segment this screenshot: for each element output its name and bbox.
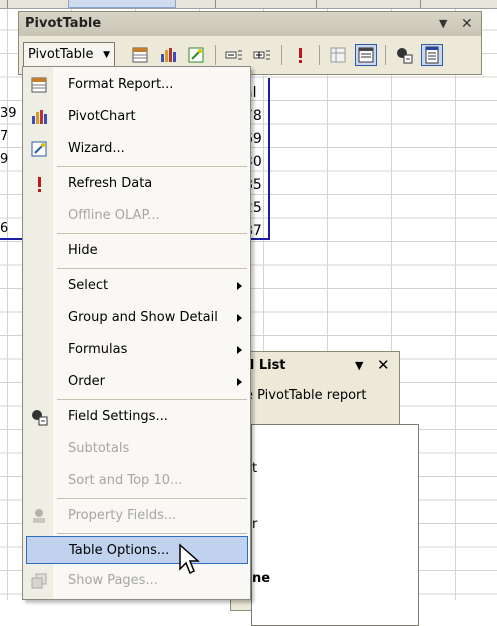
refresh-data-icon [30, 175, 48, 193]
menu-separator [57, 498, 247, 499]
menu-item-label: Select [68, 278, 109, 293]
menu-item-offline-olap: Offline OLAP... [23, 202, 250, 230]
chevron-down-icon: ▼ [103, 50, 110, 60]
column-divider [420, 0, 421, 8]
field-list-box[interactable]: t r ne [251, 424, 419, 626]
pivotchart-icon [30, 108, 48, 126]
submenu-arrow-icon [237, 314, 242, 322]
toolbar-separator [385, 45, 386, 65]
toolbar-separator [281, 45, 282, 65]
menu-item-pivotchart[interactable]: PivotChart [23, 103, 250, 131]
menu-item-hide[interactable]: Hide [23, 237, 250, 265]
menu-item-group-and-show-detail[interactable]: Group and Show Detail [23, 304, 250, 332]
pivottable-menu-label: PivotTable [28, 47, 94, 62]
menu-item-field-settings[interactable]: Field Settings... [23, 403, 250, 431]
menu-separator [57, 233, 247, 234]
menu-item-property-fields: Property Fields... [23, 502, 250, 530]
close-icon[interactable]: ✕ [461, 12, 473, 36]
row-stub: 39 [0, 106, 17, 121]
menu-separator [57, 533, 247, 534]
chevron-down-icon[interactable]: ▼ [355, 359, 363, 372]
menu-item-label: Formulas [68, 342, 128, 357]
menu-item-select[interactable]: Select [23, 272, 250, 300]
menu-item-label: Hide [68, 243, 98, 258]
menu-item-label: Offline OLAP... [68, 208, 160, 223]
show-pages-icon [30, 572, 48, 590]
always-display-items-icon[interactable] [355, 44, 377, 66]
menu-item-show-pages: Show Pages... [23, 567, 250, 595]
column-divider [316, 0, 317, 8]
wizard-icon [30, 140, 48, 158]
toolbar-title-bar[interactable]: PivotTable ▼ ✕ [19, 12, 481, 36]
menu-item-label: Show Pages... [68, 573, 158, 588]
hide-field-list-icon[interactable] [421, 44, 443, 66]
menu-item-formulas[interactable]: Formulas [23, 336, 250, 364]
selected-column-header[interactable] [68, 0, 176, 8]
menu-item-refresh-data[interactable]: Refresh Data [23, 170, 250, 198]
hide-detail-icon[interactable] [223, 44, 245, 66]
menu-item-label: Wizard... [68, 141, 125, 156]
pivottable-menu[interactable]: Format Report... PivotChart Wizard... Re… [22, 66, 251, 600]
field-item[interactable]: r [252, 517, 257, 532]
menu-item-label: Subtotals [68, 441, 130, 456]
menu-separator [57, 166, 247, 167]
toolbar-title: PivotTable [25, 16, 102, 31]
menu-item-label: PivotChart [68, 109, 136, 124]
field-list-title: d List [245, 358, 286, 373]
format-report-icon [30, 76, 48, 94]
menu-item-label: Refresh Data [68, 176, 153, 191]
include-hidden-items-icon[interactable] [327, 44, 349, 66]
menu-item-label: Field Settings... [68, 409, 168, 424]
column-divider [7, 0, 8, 8]
submenu-arrow-icon [237, 346, 242, 354]
field-list-instructions: e PivotTable report [245, 388, 367, 403]
submenu-arrow-icon [237, 378, 242, 386]
menu-item-label: Format Report... [68, 77, 174, 92]
toolbar-separator [319, 45, 320, 65]
menu-separator [57, 399, 247, 400]
column-divider [215, 0, 216, 8]
pivot-field-list-panel[interactable]: d List ▼ ✕ e PivotTable report t r ne [230, 351, 419, 626]
menu-item-label: Group and Show Detail [68, 310, 218, 325]
menu-item-table-options[interactable]: Table Options... [26, 536, 248, 564]
field-item[interactable]: ne [252, 571, 270, 586]
menu-item-label: Table Options... [69, 543, 170, 558]
menu-item-label: Property Fields... [68, 508, 177, 523]
menu-item-subtotals: Subtotals [23, 435, 250, 463]
toolbar-separator [215, 45, 216, 65]
menu-item-order[interactable]: Order [23, 368, 250, 396]
menu-item-label: Order [68, 374, 105, 389]
menu-item-format-report[interactable]: Format Report... [23, 71, 250, 99]
mouse-pointer-icon [179, 543, 200, 575]
pivotchart-icon[interactable] [157, 44, 179, 66]
chevron-down-icon[interactable]: ▼ [439, 12, 447, 36]
field-settings-icon[interactable] [393, 44, 415, 66]
row-stub: 6 [0, 221, 9, 236]
menu-item-label: Sort and Top 10... [68, 473, 183, 488]
submenu-arrow-icon [237, 282, 242, 290]
show-detail-icon[interactable] [251, 44, 273, 66]
close-icon[interactable]: ✕ [377, 356, 390, 374]
menu-item-sort-and-top-10: Sort and Top 10... [23, 467, 250, 495]
refresh-data-icon[interactable] [289, 44, 311, 66]
menu-separator [57, 268, 247, 269]
menu-item-wizard[interactable]: Wizard... [23, 135, 250, 163]
wizard-icon[interactable] [185, 44, 207, 66]
property-fields-icon [30, 507, 48, 525]
column-headers[interactable] [0, 0, 497, 9]
field-settings-icon [30, 408, 48, 426]
row-stub: 7 [0, 129, 9, 144]
format-report-icon[interactable] [129, 44, 151, 66]
row-stub: 9 [0, 152, 9, 167]
pivottable-menu-button[interactable]: PivotTable ▼ [23, 42, 115, 68]
field-item[interactable]: t [252, 461, 257, 476]
